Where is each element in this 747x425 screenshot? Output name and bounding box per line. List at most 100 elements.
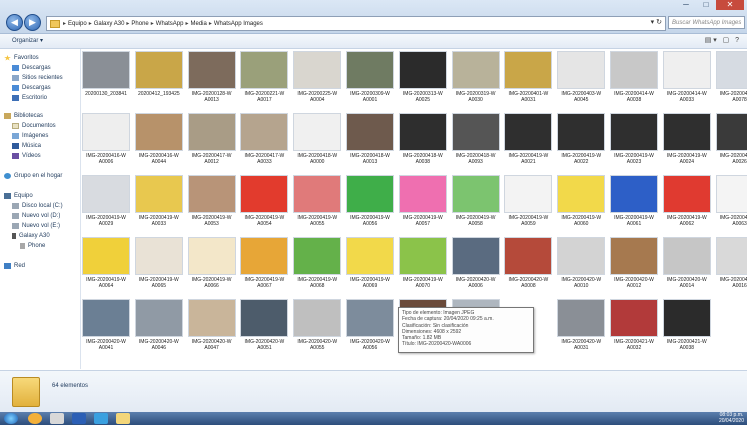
explorer-taskbar-icon[interactable] bbox=[116, 413, 130, 424]
file-item[interactable]: IMG-20200128-W A0013 bbox=[187, 51, 237, 103]
file-item[interactable]: IMG-20200419-W A0029 bbox=[81, 175, 131, 227]
file-item[interactable]: IMG-20200419-W A0060 bbox=[556, 175, 606, 227]
file-item[interactable]: IMG-20200419-W A0062 bbox=[662, 175, 712, 227]
file-item[interactable]: IMG-20200418-W A0093 bbox=[451, 113, 501, 165]
breadcrumb-galaxy[interactable]: Galaxy A30 bbox=[94, 21, 125, 27]
breadcrumb-whatsapp-images[interactable]: WhatsApp Images bbox=[214, 21, 263, 27]
file-item[interactable]: IMG-20200420-W A0010 bbox=[556, 237, 606, 289]
refresh-icon[interactable]: ▾ ↻ bbox=[651, 18, 662, 26]
file-item[interactable]: IMG-20200419-W A0033 bbox=[134, 175, 184, 227]
file-item[interactable]: IMG-20200419-W A0057 bbox=[398, 175, 448, 227]
nav-galaxy-a30[interactable]: Galaxy A30 bbox=[12, 233, 50, 239]
file-item[interactable]: IMG-20200421-W A0038 bbox=[662, 299, 712, 351]
file-item[interactable]: IMG-20200414-W A0038 bbox=[609, 51, 659, 103]
file-item[interactable]: IMG-20200309-W A0001 bbox=[345, 51, 395, 103]
file-item[interactable]: IMG-20200419-W A0064 bbox=[81, 237, 131, 289]
forward-button[interactable]: ▶ bbox=[24, 14, 41, 31]
nav-videos[interactable]: Vídeos bbox=[12, 153, 41, 159]
file-item[interactable]: IMG-20200221-W A0017 bbox=[239, 51, 289, 103]
file-item[interactable]: IMG-20200419-W A0056 bbox=[345, 175, 395, 227]
file-item[interactable]: IMG-20200417-W A0012 bbox=[187, 113, 237, 165]
file-item[interactable]: IMG-20200420-W A0041 bbox=[81, 299, 131, 351]
nav-recent-places[interactable]: Sitios recientes bbox=[12, 75, 63, 81]
chrome-icon[interactable] bbox=[28, 413, 42, 424]
file-item[interactable]: IMG-20200420-W A0055 bbox=[292, 299, 342, 351]
word-icon[interactable] bbox=[72, 413, 86, 424]
nav-downloads-2[interactable]: Descargas bbox=[12, 85, 51, 91]
file-item[interactable]: IMG-20200319-W A0030 bbox=[451, 51, 501, 103]
file-item[interactable]: IMG-20200225-W A0004 bbox=[292, 51, 342, 103]
back-button[interactable]: ◀ bbox=[6, 14, 23, 31]
nav-libraries[interactable]: Bibliotecas bbox=[4, 113, 43, 119]
file-item[interactable]: 20200130_203841 bbox=[81, 51, 131, 97]
nav-downloads[interactable]: Descargas bbox=[12, 65, 51, 71]
file-item[interactable]: IMG-20200420-W A0016 bbox=[715, 237, 747, 289]
close-button[interactable]: ✕ bbox=[716, 0, 744, 10]
file-item[interactable]: IMG-20200419-W A0068 bbox=[292, 237, 342, 289]
file-item[interactable]: IMG-20200420-W A0014 bbox=[662, 237, 712, 289]
breadcrumb-whatsapp[interactable]: WhatsApp bbox=[156, 21, 184, 27]
nav-documents[interactable]: Documentos bbox=[12, 123, 56, 129]
nav-desktop[interactable]: Escritorio bbox=[12, 95, 47, 101]
minimize-button[interactable]: ─ bbox=[676, 0, 696, 10]
system-clock[interactable]: 08:03 p.m. 20/04/2020 bbox=[719, 412, 744, 424]
file-item[interactable]: IMG-20200420-W A0047 bbox=[187, 299, 237, 351]
nav-volume-e[interactable]: Nuevo vol (E:) bbox=[12, 223, 60, 229]
file-item[interactable]: IMG-20200419-W A0065 bbox=[134, 237, 184, 289]
nav-disk-c[interactable]: Disco local (C:) bbox=[12, 203, 63, 209]
file-item[interactable]: IMG-20200419-W A0054 bbox=[239, 175, 289, 227]
nav-music[interactable]: Música bbox=[12, 143, 41, 149]
file-item[interactable]: IMG-20200419-W A0059 bbox=[503, 175, 553, 227]
organize-button[interactable]: Organizar ▾ bbox=[12, 37, 43, 44]
file-item[interactable]: IMG-20200403-W A0045 bbox=[556, 51, 606, 103]
media-player-icon[interactable] bbox=[50, 413, 64, 424]
nav-homegroup[interactable]: Grupo en el hogar bbox=[4, 173, 62, 179]
file-item[interactable]: IMG-20200420-W A0056 bbox=[345, 299, 395, 351]
file-item[interactable]: IMG-20200419-W A0022 bbox=[556, 113, 606, 165]
file-item[interactable]: IMG-20200419-W A0053 bbox=[187, 175, 237, 227]
file-item[interactable]: IMG-20200419-W A0026 bbox=[715, 113, 747, 165]
breadcrumb-phone[interactable]: Phone bbox=[131, 21, 148, 27]
file-item[interactable]: IMG-20200420-W A0006 bbox=[451, 237, 501, 289]
breadcrumb-media[interactable]: Media bbox=[191, 21, 207, 27]
internet-explorer-icon[interactable] bbox=[94, 413, 108, 424]
file-item[interactable]: IMG-20200416-W A0006 bbox=[81, 113, 131, 165]
file-item[interactable]: IMG-20200419-W A0058 bbox=[451, 175, 501, 227]
file-item[interactable]: IMG-20200418-W A0038 bbox=[398, 113, 448, 165]
file-item[interactable]: IMG-20200417-W A0033 bbox=[239, 113, 289, 165]
file-item[interactable]: IMG-20200420-W A0051 bbox=[239, 299, 289, 351]
file-item[interactable]: IMG-20200418-W A0013 bbox=[345, 113, 395, 165]
file-item[interactable]: IMG-20200414-W A0033 bbox=[662, 51, 712, 103]
file-item[interactable]: IMG-20200419-W A0023 bbox=[609, 113, 659, 165]
file-item[interactable]: IMG-20200419-W A0066 bbox=[187, 237, 237, 289]
nav-images[interactable]: Imágenes bbox=[12, 133, 48, 139]
file-item[interactable]: IMG-20200420-W A0012 bbox=[609, 237, 659, 289]
file-item[interactable]: IMG-20200418-W A0000 bbox=[292, 113, 342, 165]
file-item[interactable]: IMG-20200420-W A0046 bbox=[134, 299, 184, 351]
file-item[interactable]: IMG-20200416-W A0044 bbox=[134, 113, 184, 165]
address-bar[interactable]: ▸ Equipo ▸ Galaxy A30 ▸ Phone ▸ WhatsApp… bbox=[46, 16, 666, 31]
file-item[interactable]: IMG-20200419-W A0063 bbox=[715, 175, 747, 227]
file-item[interactable]: IMG-20200419-W A0055 bbox=[292, 175, 342, 227]
file-item[interactable]: IMG-20200419-W A0069 bbox=[345, 237, 395, 289]
file-item[interactable]: IMG-20200421-W A0032 bbox=[609, 299, 659, 351]
start-button[interactable] bbox=[4, 413, 18, 424]
file-item[interactable]: IMG-20200313-W A0025 bbox=[398, 51, 448, 103]
file-item[interactable]: IMG-20200420-W A0008 bbox=[503, 237, 553, 289]
file-item[interactable]: IMG-20200401-W A0031 bbox=[503, 51, 553, 103]
file-item[interactable]: IMG-20200419-W A0021 bbox=[503, 113, 553, 165]
nav-network[interactable]: Red bbox=[4, 263, 25, 269]
breadcrumb-equipo[interactable]: Equipo bbox=[68, 21, 87, 27]
nav-favorites[interactable]: Favoritos bbox=[4, 55, 39, 61]
file-item[interactable]: 20200412_193425 bbox=[134, 51, 184, 97]
file-item[interactable]: IMG-20200419-W A0061 bbox=[609, 175, 659, 227]
file-item[interactable]: IMG-20200419-W A0067 bbox=[239, 237, 289, 289]
file-item[interactable]: IMG-20200415-W A0078 bbox=[715, 51, 747, 103]
file-item[interactable]: IMG-20200419-W A0070 bbox=[398, 237, 448, 289]
nav-volume-d[interactable]: Nuevo vol (D:) bbox=[12, 213, 60, 219]
nav-computer[interactable]: Equipo bbox=[4, 193, 33, 199]
maximize-button[interactable]: □ bbox=[696, 0, 716, 10]
view-options-icon[interactable]: ▤ ▾ ▢ ? bbox=[705, 36, 739, 44]
file-item[interactable]: IMG-20200420-W A0031 bbox=[556, 299, 606, 351]
nav-phone[interactable]: Phone bbox=[20, 243, 45, 249]
